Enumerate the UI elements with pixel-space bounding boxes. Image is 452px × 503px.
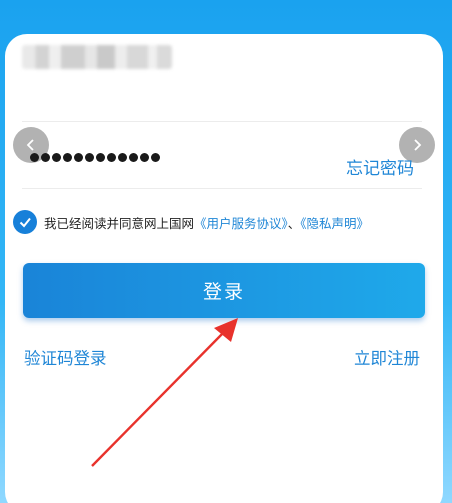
privacy-policy-link[interactable]: 《隐私声明》 [300,216,369,231]
chevron-right-icon [414,139,422,151]
password-dot [129,153,138,162]
register-link[interactable]: 立即注册 [354,345,420,369]
chevron-left-icon [26,139,34,151]
password-dot [63,153,72,162]
password-dot [41,153,50,162]
password-dot [52,153,61,162]
agreement-text: 我已经阅读并同意网上国网《用户服务协议》、《隐私声明》 [44,213,369,232]
password-dot [118,153,127,162]
forgot-password-link[interactable]: 忘记密码 [346,154,414,179]
password-divider [22,188,422,189]
sms-login-link[interactable]: 验证码登录 [24,345,107,369]
agreement-prefix: 我已经阅读并同意网上国网 [44,216,195,231]
password-dot [85,153,94,162]
username-field[interactable] [22,45,172,69]
password-field[interactable] [30,153,160,162]
agreement-separator: 、 [287,216,301,231]
checkmark-icon [19,217,31,228]
password-dot [96,153,105,162]
agreement-checkbox[interactable] [13,210,37,234]
user-agreement-link[interactable]: 《用户服务协议》 [194,216,288,231]
login-button[interactable]: 登录 [23,263,425,318]
password-dot [74,153,83,162]
username-divider [22,121,422,122]
password-dot [107,153,116,162]
password-dot [140,153,149,162]
password-dot [30,153,39,162]
password-dot [151,153,160,162]
